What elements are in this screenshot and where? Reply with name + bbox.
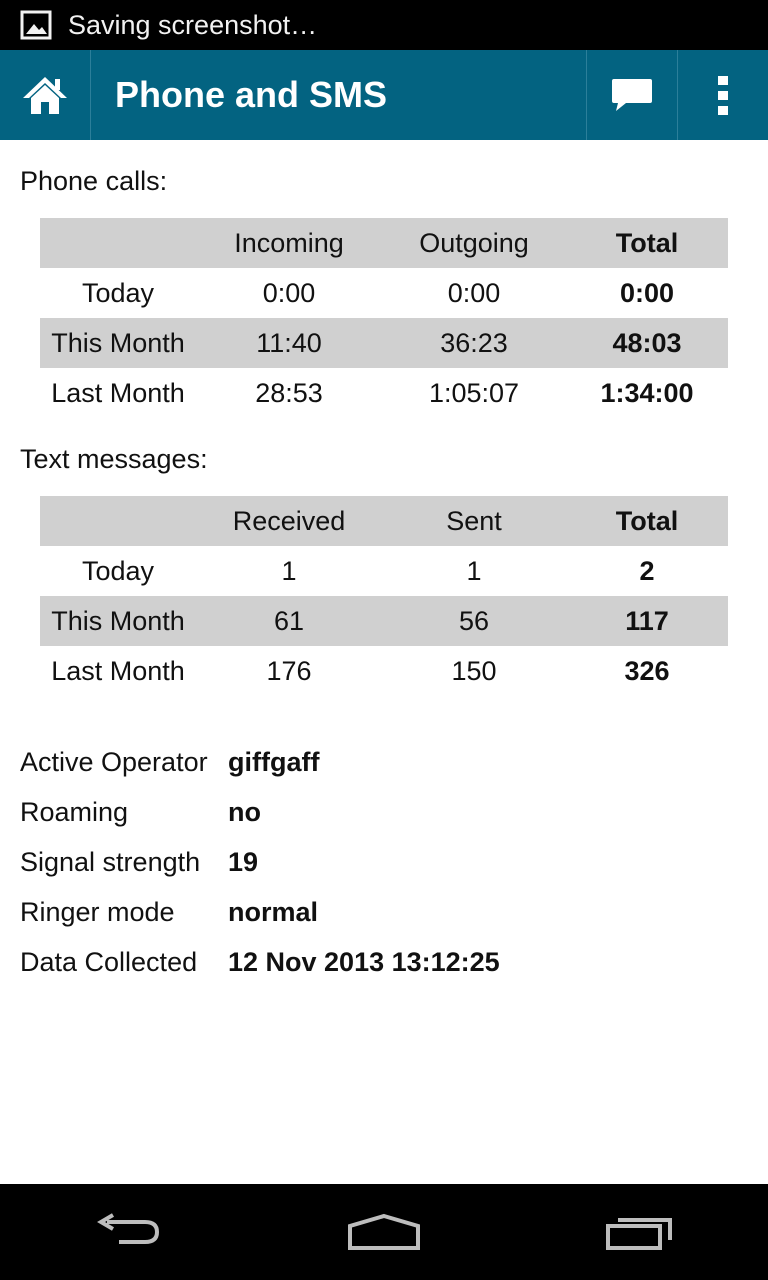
table-cell: 1:34:00: [600, 377, 694, 408]
table-row: Last Month 176 150 326: [40, 646, 728, 696]
status-text: Saving screenshot…: [68, 9, 318, 40]
header-cell: Outgoing: [382, 218, 566, 268]
table-cell: 48:03: [566, 318, 728, 368]
table-cell: 2: [639, 555, 655, 586]
image-icon: [20, 10, 52, 40]
device-info-list: Active Operator giffgaff Roaming no Sign…: [20, 737, 740, 987]
info-value: no: [228, 796, 261, 827]
overflow-menu-button[interactable]: [678, 50, 768, 140]
back-icon: [97, 1213, 160, 1244]
page-title: Phone and SMS: [115, 74, 388, 115]
row-label: Last Month: [51, 377, 185, 408]
table-cell: 1:05:07: [428, 377, 520, 408]
home-nav-icon: [348, 1213, 420, 1250]
home-icon: [23, 77, 67, 114]
table-cell: 0:00: [447, 277, 501, 308]
table-cell: 176: [266, 655, 312, 686]
info-label: Active Operator: [20, 746, 208, 777]
info-label: Signal strength: [20, 846, 201, 877]
header-cell: Sent: [382, 496, 566, 546]
table-cell: 56: [382, 596, 566, 646]
messages-button[interactable]: [587, 50, 677, 140]
header-cell: Total: [566, 496, 728, 546]
info-value: giffgaff: [228, 746, 320, 777]
header-cell: Total: [566, 218, 728, 268]
info-label: Ringer mode: [20, 896, 175, 927]
recent-apps-icon: [606, 1218, 672, 1250]
row-label: This Month: [40, 318, 196, 368]
action-bar: Phone and SMS: [0, 50, 768, 140]
table-cell: 61: [196, 596, 382, 646]
recent-apps-button[interactable]: [580, 1184, 700, 1280]
table-cell: 326: [624, 655, 670, 686]
info-value: 19: [228, 846, 259, 877]
table-cell: 150: [451, 655, 497, 686]
info-row-ringer-mode: Ringer mode normal: [20, 887, 740, 937]
row-label: This Month: [40, 596, 196, 646]
info-row-active-operator: Active Operator giffgaff: [20, 737, 740, 787]
row-label: Last Month: [51, 655, 185, 686]
overflow-menu-icon: [718, 76, 728, 115]
row-label: Today: [81, 555, 155, 586]
home-button[interactable]: [0, 50, 90, 140]
table-cell: 11:40: [196, 318, 382, 368]
row-label: Today: [81, 277, 155, 308]
phone-calls-title: Phone calls:: [20, 166, 168, 196]
table-cell: 1: [466, 555, 482, 586]
info-value: normal: [228, 896, 319, 927]
table-cell: 0:00: [619, 277, 675, 308]
info-value: 12 Nov 2013 13:12:25: [228, 946, 500, 977]
table-header-row: Incoming Outgoing Total: [40, 218, 728, 268]
home-nav-button[interactable]: [324, 1184, 444, 1280]
table-cell: 117: [566, 596, 728, 646]
header-cell: [40, 218, 196, 268]
info-label: Data Collected: [20, 946, 198, 977]
message-icon: [612, 79, 652, 111]
header-cell: Incoming: [196, 218, 382, 268]
table-row: Last Month 28:53 1:05:07 1:34:00: [40, 368, 728, 418]
table-header-row: Received Sent Total: [40, 496, 728, 546]
text-messages-title: Text messages:: [20, 444, 208, 474]
table-row: This Month 61 56 117: [40, 596, 728, 646]
info-row-data-collected: Data Collected 12 Nov 2013 13:12:25: [20, 937, 740, 987]
info-label: Roaming: [20, 796, 129, 827]
header-cell: [40, 496, 196, 546]
table-row: Today 0:00 0:00 0:00: [40, 268, 728, 318]
table-row: This Month 11:40 36:23 48:03: [40, 318, 728, 368]
table-cell: 36:23: [382, 318, 566, 368]
main-content: Phone calls: Incoming Outgoing Total Tod…: [0, 140, 768, 1184]
table-cell: 1: [281, 555, 297, 586]
header-cell: Received: [196, 496, 382, 546]
navigation-bar: [0, 1184, 768, 1280]
table-cell: 0:00: [262, 277, 316, 308]
table-row: Today 1 1 2: [40, 546, 728, 596]
phone-calls-table: Incoming Outgoing Total Today 0:00 0:00 …: [40, 218, 728, 418]
table-cell: 28:53: [255, 377, 323, 408]
info-row-roaming: Roaming no: [20, 787, 740, 837]
back-button[interactable]: [68, 1184, 188, 1280]
status-bar: Saving screenshot…: [0, 0, 768, 50]
info-row-signal-strength: Signal strength 19: [20, 837, 740, 887]
text-messages-table: Received Sent Total Today 1 1 2 This Mon…: [40, 496, 728, 696]
